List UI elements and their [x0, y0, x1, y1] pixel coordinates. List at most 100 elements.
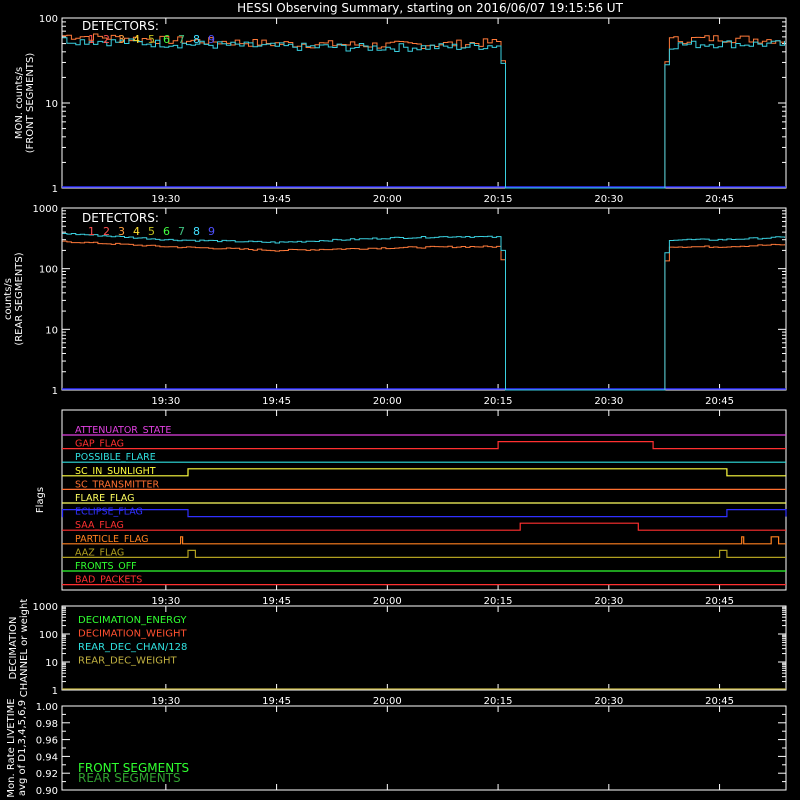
y-tick-label: 0.94 [36, 752, 58, 763]
y-tick-label: 0.98 [36, 719, 58, 730]
x-tick-label: 20:00 [373, 396, 402, 407]
front-series-1 [62, 33, 785, 189]
flags-panel: 19:30 19:45 20:00 20:15 20:30 20:45 ATTENUATOR… [61, 410, 787, 607]
x-tick-label: 20:45 [705, 194, 734, 205]
flag-label: BAD_PACKETS [75, 575, 142, 586]
x-tick-label: 19:45 [262, 696, 291, 707]
y-tick-label: 0.96 [36, 736, 58, 747]
x-tick-label: 20:00 [373, 194, 402, 205]
detector-number: 6 [163, 225, 170, 238]
y-tick-label: 1 [52, 686, 58, 697]
flag-label: POSSIBLE_FLARE [75, 452, 156, 463]
y-tick-label: 1.00 [36, 702, 58, 713]
detector-number: 1 [88, 225, 95, 238]
rear-ylabel-1: counts/s [3, 278, 14, 320]
livetime-ylabel-1: Mon. Rate LIVETIME [6, 698, 17, 797]
decimation-legend-item: REAR_DEC_WEIGHT [78, 656, 177, 667]
detector-number: 4 [133, 225, 140, 238]
livetime-ylabel-2: avg of D1,3,4,5,6,9 [17, 700, 28, 796]
chart-title: HESSI Observing Summary, starting on 201… [237, 1, 623, 15]
x-tick-label: 19:30 [151, 396, 180, 407]
livetime-panel: 0.900.920.940.960.981.00FRONT SEGMENTSRE… [36, 702, 786, 797]
front-ylabel-1: MON. counts/s [14, 67, 25, 139]
x-tick-label: 20:30 [594, 194, 623, 205]
y-tick-label: 10 [45, 658, 58, 669]
y-tick-label: 1000 [33, 602, 58, 613]
detector-number: 9 [208, 33, 215, 46]
decimation-ylabel-2: CHANNEL or weight [19, 599, 30, 698]
flag-line [62, 441, 786, 450]
hessi-summary-chart: HESSI Observing Summary, starting on 201… [3, 1, 787, 798]
x-tick-label: 20:30 [594, 696, 623, 707]
detectors-label: DETECTORS: [82, 19, 159, 33]
decimation-legend-item: DECIMATION_WEIGHT [78, 629, 187, 640]
rear-series-1 [62, 240, 785, 391]
x-tick-label: 19:45 [262, 194, 291, 205]
flag-label: SC_TRANSMITTER [75, 479, 160, 490]
decimation-legend-item: REAR_DEC_CHAN/128 [78, 642, 187, 653]
x-tick-label: 19:30 [151, 696, 180, 707]
detector-number: 3 [118, 33, 125, 46]
x-tick-label: 19:45 [262, 396, 291, 407]
detector-number: 7 [178, 225, 185, 238]
flag-label: ATTENUATOR_STATE [75, 425, 171, 436]
x-tick-label: 20:30 [594, 596, 623, 607]
y-tick-label: 100 [39, 14, 58, 25]
flag-line [62, 468, 786, 477]
detector-number: 9 [208, 225, 215, 238]
detector-number: 8 [193, 225, 200, 238]
detector-number: 2 [103, 33, 110, 46]
y-tick-label: 0.92 [36, 769, 58, 780]
flag-label: SAA_FLAG [75, 520, 124, 531]
decimation-legend-item: DECIMATION_ENERGY [78, 615, 187, 626]
x-tick-label: 20:45 [705, 696, 734, 707]
x-tick-label: 19:45 [262, 596, 291, 607]
y-tick-label: 1 [52, 184, 58, 195]
detector-number: 1 [88, 33, 95, 46]
y-tick-label: 100 [39, 265, 58, 276]
x-tick-label: 20:15 [484, 696, 513, 707]
x-tick-label: 20:30 [594, 396, 623, 407]
decimation-panel: 19:30 19:45 20:00 20:15 20:30 20:45 1 10 100 1000… [33, 602, 786, 707]
flags-panel-frame [61, 409, 787, 591]
flag-line [62, 522, 786, 531]
flag-label: GAP_FLAG [75, 439, 124, 450]
flag-label: AAZ_FLAG [75, 547, 124, 558]
detector-number: 5 [148, 225, 155, 238]
decimation-ylabel-1: DECIMATION [8, 616, 19, 679]
detector-number: 8 [193, 33, 200, 46]
x-tick-label: 20:00 [373, 696, 402, 707]
flag-line [62, 549, 786, 558]
flag-label: FRONTS_OFF [75, 561, 137, 572]
y-tick-label: 1 [52, 386, 58, 397]
y-tick-label: 1000 [33, 204, 58, 215]
rear-panel: 19:30 19:45 20:00 20:15 20:30 20:45 1 10 100 1000… [33, 204, 786, 407]
flags-ylabel: Flags [35, 487, 46, 513]
front-ylabel-2: (FRONT SEGMENTS) [25, 53, 36, 154]
detector-number: 4 [133, 33, 140, 46]
detector-number: 2 [103, 225, 110, 238]
front-panel: 19:30 19:45 20:00 20:15 20:30 20:45 1 10 100 DETE… [39, 14, 786, 205]
flag-label: ECLIPSE_FLAG [75, 507, 143, 518]
x-tick-label: 20:00 [373, 596, 402, 607]
y-tick-label: 100 [39, 630, 58, 641]
rear-panel-frame [61, 207, 787, 391]
flag-line [61, 509, 787, 518]
livetime-legend-item: REAR SEGMENTS [78, 771, 181, 785]
y-tick-label: 10 [45, 99, 58, 110]
x-tick-label: 20:15 [484, 396, 513, 407]
flag-line [62, 536, 786, 545]
rear-ylabel-2: (REAR SEGMENTS) [14, 252, 25, 345]
x-tick-label: 19:30 [151, 194, 180, 205]
x-tick-label: 20:15 [484, 194, 513, 205]
x-tick-label: 19:30 [151, 596, 180, 607]
detector-number: 5 [148, 33, 155, 46]
x-tick-label: 20:45 [705, 596, 734, 607]
detector-number: 3 [118, 225, 125, 238]
x-tick-label: 20:45 [705, 396, 734, 407]
flag-label: PARTICLE_FLAG [75, 534, 148, 545]
y-tick-label: 0.90 [36, 786, 58, 797]
rear-series-2 [62, 233, 785, 391]
detectors-label: DETECTORS: [82, 211, 159, 225]
x-tick-label: 20:15 [484, 596, 513, 607]
